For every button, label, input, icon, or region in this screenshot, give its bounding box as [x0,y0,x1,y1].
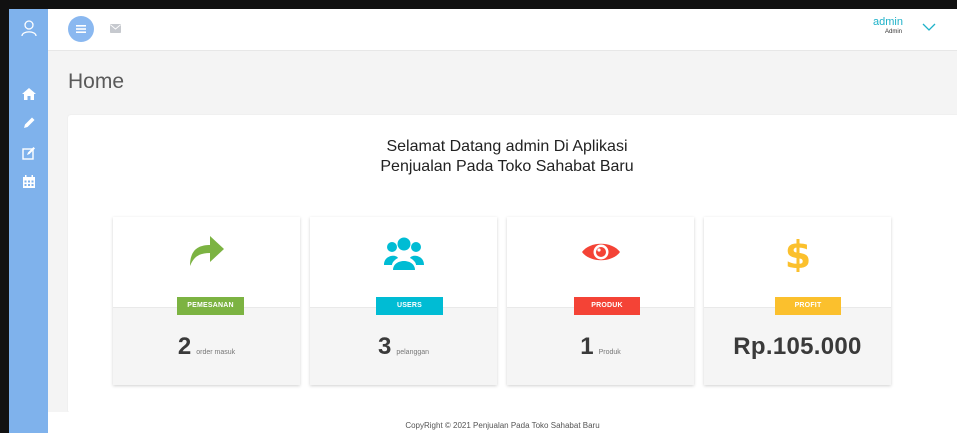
card-top [113,217,300,307]
stat-value: 1 [580,333,594,360]
share-arrow-icon [190,236,224,266]
card-badge: PROFIT [775,297,841,315]
welcome-line-1: Selamat Datang admin Di Aplikasi [386,138,628,155]
home-icon[interactable] [21,86,37,102]
page-title: Home [68,70,125,93]
eye-icon [582,243,620,261]
stat-unit: Produk [598,349,621,356]
stat-unit: pelanggan [396,349,430,356]
dollar-icon: $ [785,233,811,272]
calendar-icon[interactable] [21,174,37,190]
pencil-icon[interactable] [21,115,37,131]
card-badge: PRODUK [574,297,640,315]
chevron-down-icon[interactable] [921,21,937,33]
users-icon [384,237,424,270]
card-stat: 2 order masuk [113,333,300,361]
stat-value: 2 [177,333,192,360]
stat-value: 3 [377,333,392,360]
card-stat: 3 pelanggan [310,333,497,361]
welcome-line-2: Penjualan Pada Toko Sahabat Baru [380,158,634,175]
card-top [310,217,497,307]
top-navbar: admin Admin [48,9,957,51]
card-badge: PEMESANAN [177,297,244,315]
card-produk[interactable]: PRODUK 1 Produk [507,217,694,385]
card-badge: USERS [376,297,443,315]
card-top [507,217,694,307]
user-name[interactable]: admin [873,16,903,28]
card-profit[interactable]: $ PROFIT Rp.105.000 [704,217,891,385]
card-users[interactable]: USERS 3 pelanggan [310,217,497,385]
user-role: Admin [884,29,902,35]
edit-icon[interactable] [21,145,37,161]
menu-toggle-button[interactable] [68,16,94,42]
footer: CopyRight © 2021 Penjualan Pada Toko Sah… [48,412,957,433]
card-top: $ [704,217,891,307]
svg-text:$: $ [785,233,811,272]
dashboard-panel: Selamat Datang admin Di Aplikasi Penjual… [68,115,957,413]
hamburger-icon [76,25,86,33]
card-stat: 1 Produk [507,333,694,361]
stat-value: Rp.105.000 [733,333,862,360]
user-profile-icon[interactable] [20,19,38,37]
welcome-message: Selamat Datang admin Di Aplikasi Penjual… [68,137,946,177]
card-pemesanan[interactable]: PEMESANAN 2 order masuk [113,217,300,385]
stat-unit: order masuk [196,349,236,356]
mail-icon[interactable] [110,24,121,33]
sidebar [9,9,48,433]
